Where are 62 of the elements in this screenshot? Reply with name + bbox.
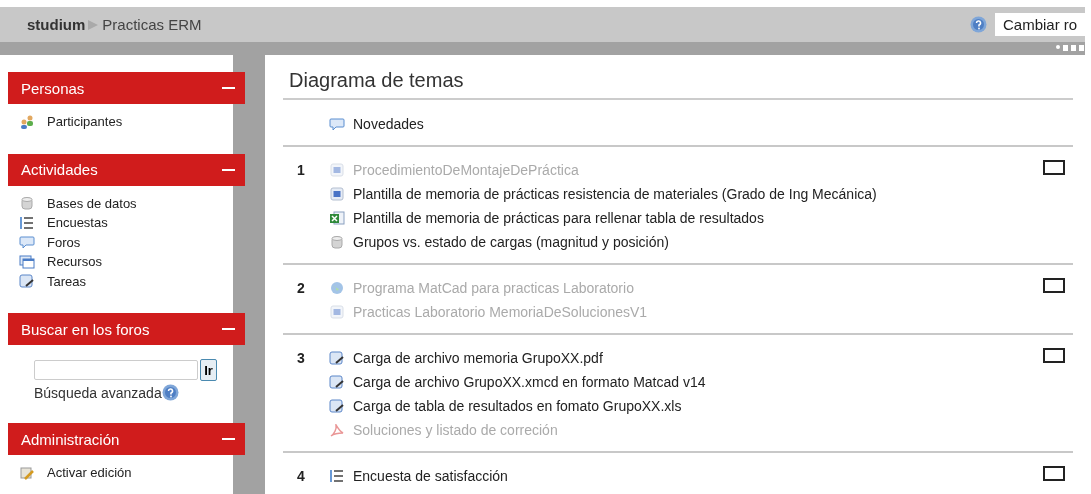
go-button[interactable]: Ir bbox=[200, 359, 217, 381]
people-icon bbox=[19, 113, 35, 130]
list-icon bbox=[19, 214, 35, 231]
spreadsheet-icon bbox=[329, 210, 345, 226]
list-icon bbox=[329, 468, 345, 484]
activity-link[interactable]: Carga de tabla de resultados en fomato GrupoXX.xls bbox=[353, 398, 682, 414]
windows-icon bbox=[19, 253, 35, 270]
document-icon bbox=[329, 162, 345, 178]
activity-link[interactable]: Carga de archivo GrupoXX.xmcd en formato Matcad v14 bbox=[353, 374, 706, 390]
block-title: Administración bbox=[21, 430, 120, 448]
activity-link[interactable]: Plantilla de memoria de prácticas para rellenar tabla de resultados bbox=[353, 210, 764, 226]
activity-link[interactable]: Plantilla de memoria de prácticas resistencia de materiales (Grado de Ing Mecánica) bbox=[353, 186, 877, 202]
speech-bubble-icon bbox=[19, 234, 35, 251]
breadcrumb-arrow-icon bbox=[87, 18, 100, 31]
pdf-icon bbox=[329, 422, 345, 438]
page-title: Diagrama de temas bbox=[283, 65, 1073, 100]
block-tools-icon[interactable] bbox=[1055, 44, 1085, 52]
section-number: 2 bbox=[296, 279, 306, 298]
advanced-search-link[interactable]: Búsqueda avanzada bbox=[34, 384, 162, 401]
block-title: Buscar en los foros bbox=[21, 320, 150, 338]
globe-icon bbox=[329, 280, 345, 296]
speech-bubble-icon bbox=[329, 116, 345, 132]
document-pen-icon bbox=[329, 398, 345, 414]
search-field[interactable] bbox=[34, 360, 198, 380]
document-pen-icon bbox=[329, 350, 345, 366]
collapse-icon[interactable] bbox=[222, 168, 235, 171]
activity-link[interactable]: Carga de archivo memoria GrupoXX.pdf bbox=[353, 350, 603, 366]
help-icon[interactable] bbox=[161, 384, 179, 401]
block-title: Personas bbox=[21, 79, 85, 97]
document-pen-icon bbox=[329, 374, 345, 390]
activity-link[interactable]: Grupos vs. estado de cargas (magnitud y posición) bbox=[353, 234, 669, 250]
block-header[interactable]: Administración bbox=[8, 423, 245, 455]
database-icon bbox=[329, 234, 345, 250]
block-header[interactable]: Actividades bbox=[8, 153, 245, 186]
block-title: Actividades bbox=[21, 161, 98, 178]
block-header[interactable]: Personas bbox=[8, 72, 245, 104]
edit-icon bbox=[19, 464, 35, 481]
sidebar-link[interactable]: Bases de datos bbox=[47, 195, 137, 211]
sidebar-link[interactable]: Participantes bbox=[47, 114, 123, 130]
highlight-toggle[interactable] bbox=[1043, 348, 1065, 363]
course-link[interactable]: Practicas ERM bbox=[102, 16, 202, 33]
block-header[interactable]: Buscar en los foros bbox=[8, 313, 245, 345]
sidebar-link[interactable]: Tareas bbox=[47, 273, 87, 289]
sidebar-link[interactable]: Recursos bbox=[47, 254, 102, 270]
activity-link[interactable]: Encuesta de satisfacción bbox=[353, 468, 508, 484]
document-pen-icon bbox=[19, 273, 35, 290]
highlight-toggle[interactable] bbox=[1043, 466, 1065, 481]
document-icon bbox=[329, 186, 345, 202]
highlight-toggle[interactable] bbox=[1043, 160, 1065, 175]
sidebar-link[interactable]: Encuestas bbox=[47, 215, 108, 231]
highlight-toggle[interactable] bbox=[1043, 278, 1065, 293]
activity-link[interactable]: Novedades bbox=[353, 116, 424, 132]
section-number: 4 bbox=[296, 467, 306, 486]
site-link[interactable]: studium bbox=[27, 16, 86, 33]
help-icon[interactable] bbox=[970, 16, 987, 33]
document-icon bbox=[329, 304, 345, 320]
section-number: 3 bbox=[296, 349, 306, 368]
sidebar-link[interactable]: Foros bbox=[47, 234, 81, 250]
role-select[interactable]: Cambiar ro bbox=[995, 13, 1085, 36]
sidebar-link[interactable]: Activar edición bbox=[47, 465, 132, 481]
database-icon bbox=[19, 195, 35, 212]
section-number: 1 bbox=[296, 161, 306, 180]
